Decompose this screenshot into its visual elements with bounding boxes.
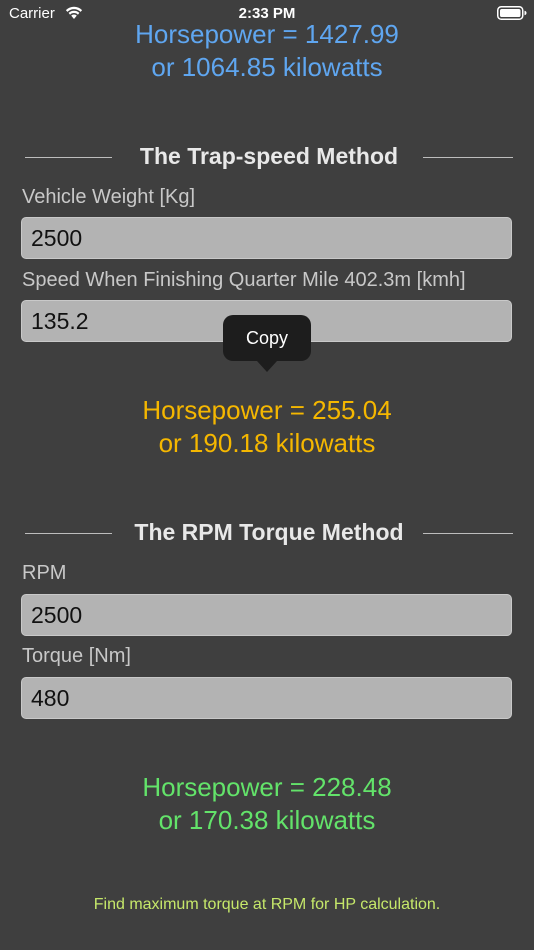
rpm-torque-section-header: The RPM Torque Method — [25, 518, 513, 548]
rpm-label: RPM — [22, 562, 67, 584]
quarter-mile-speed-label: Speed When Finishing Quarter Mile 402.3m… — [22, 269, 466, 291]
rpm-torque-result: Horsepower = 228.48 or 170.38 kilowatts — [0, 771, 534, 837]
rpm-input[interactable] — [21, 594, 512, 636]
trap-speed-result: Horsepower = 255.04 or 190.18 kilowatts — [0, 394, 534, 460]
vehicle-weight-input[interactable] — [21, 217, 512, 259]
vehicle-weight-label: Vehicle Weight [Kg] — [22, 186, 196, 208]
torque-input[interactable] — [21, 677, 512, 719]
copy-menu-arrow — [257, 361, 277, 372]
rpm-torque-result-kilowatts: or 170.38 kilowatts — [158, 805, 376, 835]
divider-line — [423, 533, 513, 534]
trap-speed-section-header: The Trap-speed Method — [25, 142, 513, 172]
divider-line — [423, 157, 513, 158]
rpm-torque-result-horsepower: Horsepower = 228.48 — [142, 772, 392, 802]
top-result-horsepower: Horsepower = 1427.99 — [135, 19, 399, 49]
trap-speed-result-kilowatts: or 190.18 kilowatts — [158, 428, 376, 458]
top-result: Horsepower = 1427.99 or 1064.85 kilowatt… — [0, 18, 534, 84]
trap-speed-result-horsepower: Horsepower = 255.04 — [142, 395, 392, 425]
torque-hint-link[interactable]: Find maximum torque at RPM for HP calcul… — [0, 896, 534, 914]
copy-menu-button[interactable]: Copy — [223, 315, 311, 361]
torque-label: Torque [Nm] — [22, 645, 131, 667]
top-result-kilowatts: or 1064.85 kilowatts — [151, 52, 383, 82]
